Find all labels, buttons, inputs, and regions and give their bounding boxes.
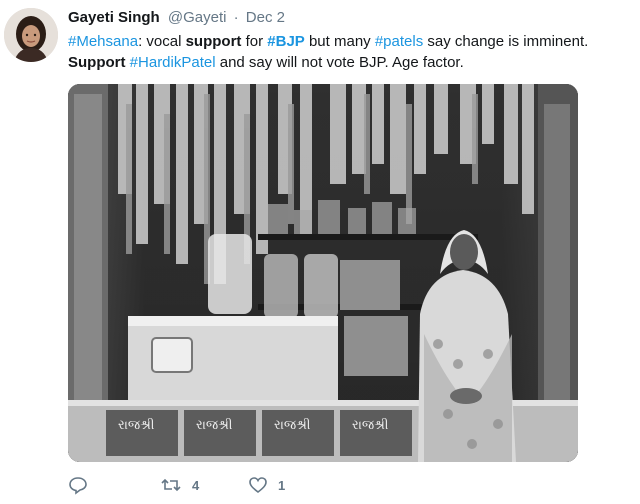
hashtag-bjp[interactable]: #BJP: [267, 33, 305, 50]
heart-icon: [249, 477, 267, 494]
sign-text-1: રાજશ્રી: [118, 417, 155, 433]
text-segment-bold: Support: [68, 54, 126, 71]
text-segment-bold: support: [185, 33, 242, 50]
sign-text-2: રાજશ્રી: [196, 417, 233, 433]
author-handle[interactable]: @Gayeti: [168, 9, 227, 26]
reply-icon: [69, 477, 87, 495]
tweet-card: Gayeti Singh @Gayeti · Dec 2 #Mehsana: v…: [0, 0, 640, 504]
separator-dot: ·: [233, 9, 239, 26]
retweet-count: 4: [192, 477, 200, 493]
text-segment: : vocal: [138, 33, 186, 50]
retweet-icon: [161, 478, 181, 492]
tweet-actions: 4 1: [68, 472, 568, 498]
text-segment: say change is imminent.: [423, 33, 589, 50]
tweet-text-line-1: #Mehsana: vocal support for #BJP but man…: [68, 31, 628, 52]
sign-text-4: રાજશ્રી: [352, 417, 389, 433]
text-segment: for: [241, 33, 268, 50]
like-count: 1: [278, 477, 286, 493]
author-name[interactable]: Gayeti Singh: [68, 9, 160, 26]
hashtag-patels[interactable]: #patels: [375, 33, 423, 50]
hashtag-mehsana[interactable]: #Mehsana: [68, 33, 138, 50]
tweet-text-line-2: Support #HardikPatel and say will not vo…: [68, 52, 628, 73]
avatar[interactable]: [4, 8, 58, 62]
retweet-button[interactable]: 4: [160, 472, 199, 498]
hashtag-hardikpatel[interactable]: #HardikPatel: [130, 54, 216, 71]
tweet-photo[interactable]: રાજશ્રી રાજશ્રી રાજશ્રી રાજશ્રી: [68, 84, 578, 462]
tweet-header: Gayeti Singh @Gayeti · Dec 2: [68, 9, 285, 26]
tweet-text: #Mehsana: vocal support for #BJP but man…: [68, 31, 628, 73]
tweet-date[interactable]: Dec 2: [246, 9, 285, 26]
like-button[interactable]: 1: [248, 472, 285, 498]
reply-button[interactable]: [68, 472, 88, 498]
text-segment: but many: [304, 33, 375, 50]
sign-text-3: રાજશ્રી: [274, 417, 311, 433]
text-segment: and say will not vote BJP. Age factor.: [215, 54, 464, 71]
